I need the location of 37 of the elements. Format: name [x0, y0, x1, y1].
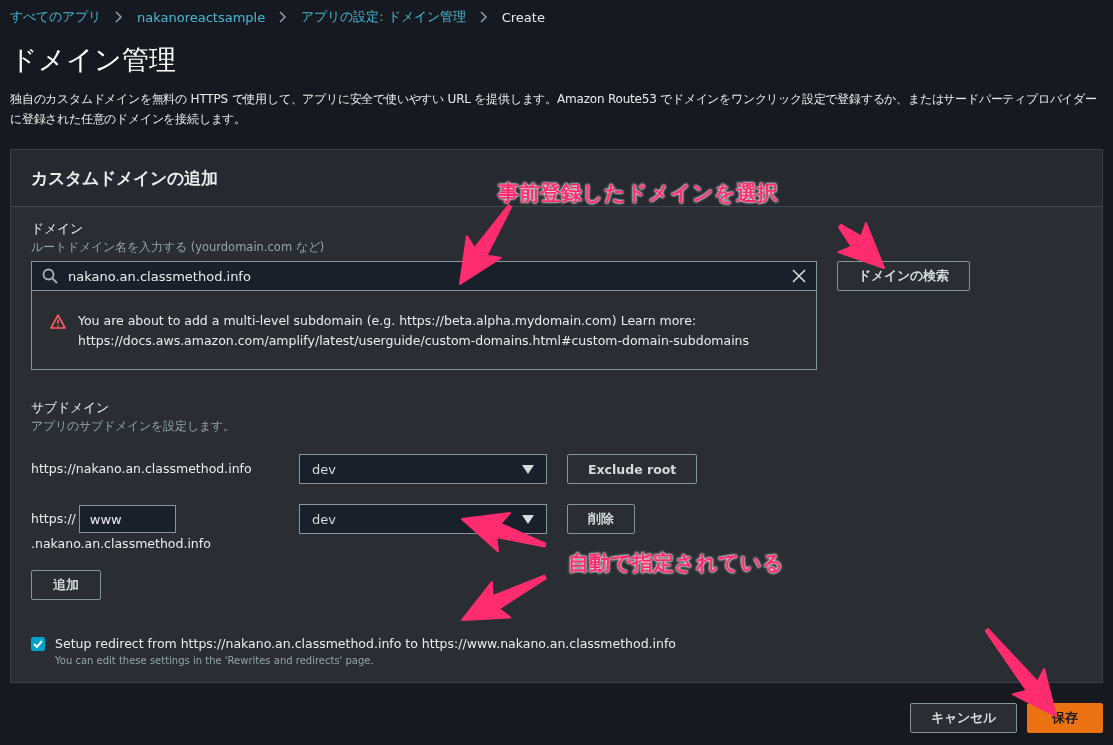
breadcrumb-link[interactable]: アプリの設定: ドメイン管理	[301, 8, 466, 26]
annotation-label: 事前登録したドメインを選択	[498, 180, 778, 207]
chevron-icon	[279, 11, 288, 23]
row-action-button[interactable]: 削除	[567, 504, 635, 534]
redirect-hint: You can edit these settings in the 'Rewrites and redirects' page.	[55, 655, 375, 666]
field-label: サブドメイン	[31, 400, 110, 417]
annotation-arrow	[837, 222, 885, 269]
breadcrumb-link[interactable]: すべてのアプリ	[10, 8, 101, 26]
row-action-button[interactable]: Exclude root	[567, 454, 698, 484]
dropdown-caret-icon	[522, 514, 534, 524]
cancel-button[interactable]: キャンセル	[910, 703, 1017, 733]
field-hint: ルートドメイン名を入力する (yourdomain.com など)	[31, 240, 326, 255]
domain-url: https://nakano.an.classmethod.info	[31, 460, 253, 478]
chevron-icon	[479, 11, 488, 23]
redirect-label: Setup redirect from https://nakano.an.classmethod.info to https://www.nakano.an.classmethod.info	[55, 636, 676, 651]
breadcrumb-current: Create	[501, 9, 545, 25]
annotation-label: 自動で指定されている	[568, 550, 784, 577]
search-icon	[42, 268, 58, 284]
warning-text: You are about to add a multi-level subdomain (e.g. https://beta.alpha.mydomain.com) Learn more: https://docs.aws.amazon.com/amplify/latest/userguide/custom-domains.html#custom-domain-subdomains	[78, 312, 751, 350]
domain-search-field[interactable]: nakano.an.classmethod.info	[31, 261, 817, 291]
domain-search-button[interactable]: ドメインの検索	[837, 261, 970, 291]
panel-heading: カスタムドメインの追加	[31, 166, 218, 190]
page-title: ドメイン管理	[10, 43, 177, 77]
url-prefix: https://	[31, 510, 76, 528]
add-button[interactable]: 追加	[31, 570, 101, 600]
redirect-checkbox[interactable]	[31, 637, 45, 651]
clear-icon[interactable]	[792, 269, 806, 283]
page-description: 独自のカスタムドメインを無料の HTTPS で使用して、アプリに安全で使いやすい URL を提供します。Amazon Route53 でドメインをワンクリック設定で登録するか、またはサードパーティプロバイダーに登録された任意のドメインを接続します。	[10, 91, 1098, 128]
warning-icon	[50, 314, 66, 329]
breadcrumb-link[interactable]: nakanoreactsample	[137, 9, 266, 25]
field-hint: アプリのサブドメインを設定します。	[31, 419, 236, 434]
url-suffix: .nakano.an.classmethod.info	[31, 535, 212, 553]
chevron-icon	[115, 11, 123, 23]
dropdown-caret-icon	[522, 464, 534, 474]
branch-select[interactable]: dev	[299, 454, 547, 484]
field-label: ドメイン	[31, 221, 84, 238]
subdomain-input[interactable]: www	[78, 505, 176, 533]
